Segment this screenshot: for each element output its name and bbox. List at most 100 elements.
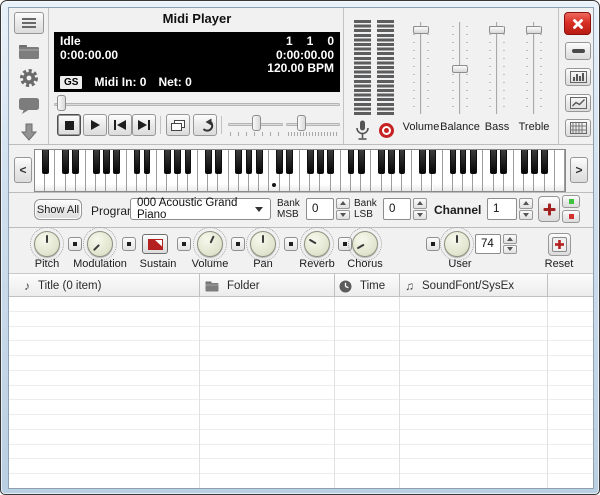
piano-black-key[interactable] [429, 150, 436, 174]
channel-stepper[interactable] [519, 198, 533, 220]
tempo-slider-thumb[interactable] [252, 115, 261, 131]
download-button[interactable] [14, 120, 44, 144]
user-value-input[interactable]: 74 [475, 234, 501, 254]
stepper-up-button[interactable] [336, 198, 350, 209]
user-knob[interactable] [444, 231, 470, 257]
volume-knob[interactable] [197, 231, 223, 257]
green-indicator-button[interactable] [562, 195, 580, 208]
keyboard-scroll-left-button[interactable]: < [14, 157, 32, 183]
volume-slider[interactable] [413, 20, 429, 116]
piano-black-key[interactable] [62, 150, 69, 174]
pan-reset-button[interactable] [284, 237, 298, 251]
menu-button[interactable] [14, 12, 44, 34]
bank-lsb-stepper[interactable] [413, 198, 427, 220]
piano-black-key[interactable] [144, 150, 151, 174]
piano-black-key[interactable] [541, 150, 548, 174]
piano-black-key[interactable] [348, 150, 355, 174]
piano-black-key[interactable] [388, 150, 395, 174]
pitch-slider[interactable] [286, 114, 340, 136]
microphone-button[interactable] [353, 118, 372, 142]
modulation-reset-button[interactable] [122, 237, 136, 251]
stepper-down-button[interactable] [519, 210, 533, 221]
playlist-row[interactable] [9, 459, 594, 474]
position-slider-thumb[interactable] [57, 95, 66, 111]
piano-black-key[interactable] [174, 150, 181, 174]
playlist-row[interactable] [9, 312, 594, 327]
piano-keyboard[interactable] [34, 149, 566, 192]
playlist-row[interactable] [9, 341, 594, 356]
messages-button[interactable] [14, 94, 44, 118]
bank-msb-input[interactable]: 0 [306, 198, 334, 220]
column-header-time[interactable]: Time [339, 274, 385, 298]
playlist-row[interactable] [9, 445, 594, 460]
balance-slider[interactable] [452, 20, 468, 116]
pitch-slider-thumb[interactable] [297, 115, 306, 131]
piano-black-key[interactable] [103, 150, 110, 174]
piano-black-key[interactable] [500, 150, 507, 174]
open-folder-button[interactable] [14, 40, 44, 64]
stepper-down-button[interactable] [413, 210, 427, 221]
undo-button[interactable] [193, 114, 217, 136]
piano-black-key[interactable] [134, 150, 141, 174]
piano-black-key[interactable] [246, 150, 253, 174]
playlist-row[interactable] [9, 356, 594, 371]
playlist-row[interactable] [9, 415, 594, 430]
balance-slider-thumb[interactable] [452, 65, 468, 73]
position-slider[interactable] [54, 94, 340, 116]
playlist-row[interactable] [9, 386, 594, 401]
piano-black-key[interactable] [399, 150, 406, 174]
bank-msb-stepper[interactable] [336, 198, 350, 220]
piano-black-key[interactable] [419, 150, 426, 174]
piano-black-key[interactable] [42, 150, 49, 174]
skip-to-end-button[interactable] [132, 114, 156, 136]
sustain-button[interactable] [142, 234, 168, 254]
chorus-knob[interactable] [352, 231, 378, 257]
stepper-down-button[interactable] [503, 245, 517, 255]
add-button[interactable] [538, 196, 560, 222]
piano-black-key[interactable] [286, 150, 293, 174]
playlist-row[interactable] [9, 474, 594, 489]
vu-view-button[interactable] [565, 68, 591, 86]
piano-black-key[interactable] [113, 150, 120, 174]
volume-slider-thumb[interactable] [413, 26, 429, 34]
stepper-up-button[interactable] [413, 198, 427, 209]
skip-to-start-button[interactable] [108, 114, 132, 136]
minimize-button[interactable] [565, 42, 591, 60]
volume-reset-button[interactable] [231, 237, 245, 251]
stepper-up-button[interactable] [519, 198, 533, 209]
piano-black-key[interactable] [93, 150, 100, 174]
column-header-folder[interactable]: Folder [205, 274, 260, 298]
user-reset-button[interactable] [426, 237, 440, 251]
piano-black-key[interactable] [450, 150, 457, 174]
modulation-knob[interactable] [87, 231, 113, 257]
playlist-rows[interactable] [9, 297, 594, 489]
reverb-knob[interactable] [304, 231, 330, 257]
piano-white-key[interactable] [555, 150, 565, 191]
piano-black-key[interactable] [307, 150, 314, 174]
playlist-row[interactable] [9, 327, 594, 342]
playlist-row[interactable] [9, 430, 594, 445]
piano-black-key[interactable] [521, 150, 528, 174]
piano-black-key[interactable] [460, 150, 467, 174]
play-button[interactable] [83, 114, 107, 136]
stop-button[interactable] [57, 114, 81, 136]
bass-slider-thumb[interactable] [489, 26, 505, 34]
user-value-stepper[interactable] [503, 234, 517, 254]
piano-black-key[interactable] [72, 150, 79, 174]
settings-button[interactable] [14, 66, 44, 90]
bank-lsb-input[interactable]: 0 [383, 198, 411, 220]
piano-black-key[interactable] [205, 150, 212, 174]
piano-black-key[interactable] [256, 150, 263, 174]
stepper-up-button[interactable] [503, 234, 517, 244]
piano-black-key[interactable] [276, 150, 283, 174]
column-header-title[interactable]: ♪ Title (0 item) [24, 274, 101, 298]
keyboard-scroll-right-button[interactable]: > [570, 157, 588, 183]
column-header-soundfont[interactable]: ♫ SoundFont/SysEx [405, 274, 514, 298]
stepper-down-button[interactable] [336, 210, 350, 221]
piano-black-key[interactable] [215, 150, 222, 174]
record-button[interactable] [376, 120, 396, 140]
piano-black-key[interactable] [327, 150, 334, 174]
program-select[interactable]: 000 Acoustic Grand Piano [130, 198, 271, 220]
keyboard-view-button[interactable] [565, 119, 591, 137]
red-indicator-button[interactable] [562, 210, 580, 223]
